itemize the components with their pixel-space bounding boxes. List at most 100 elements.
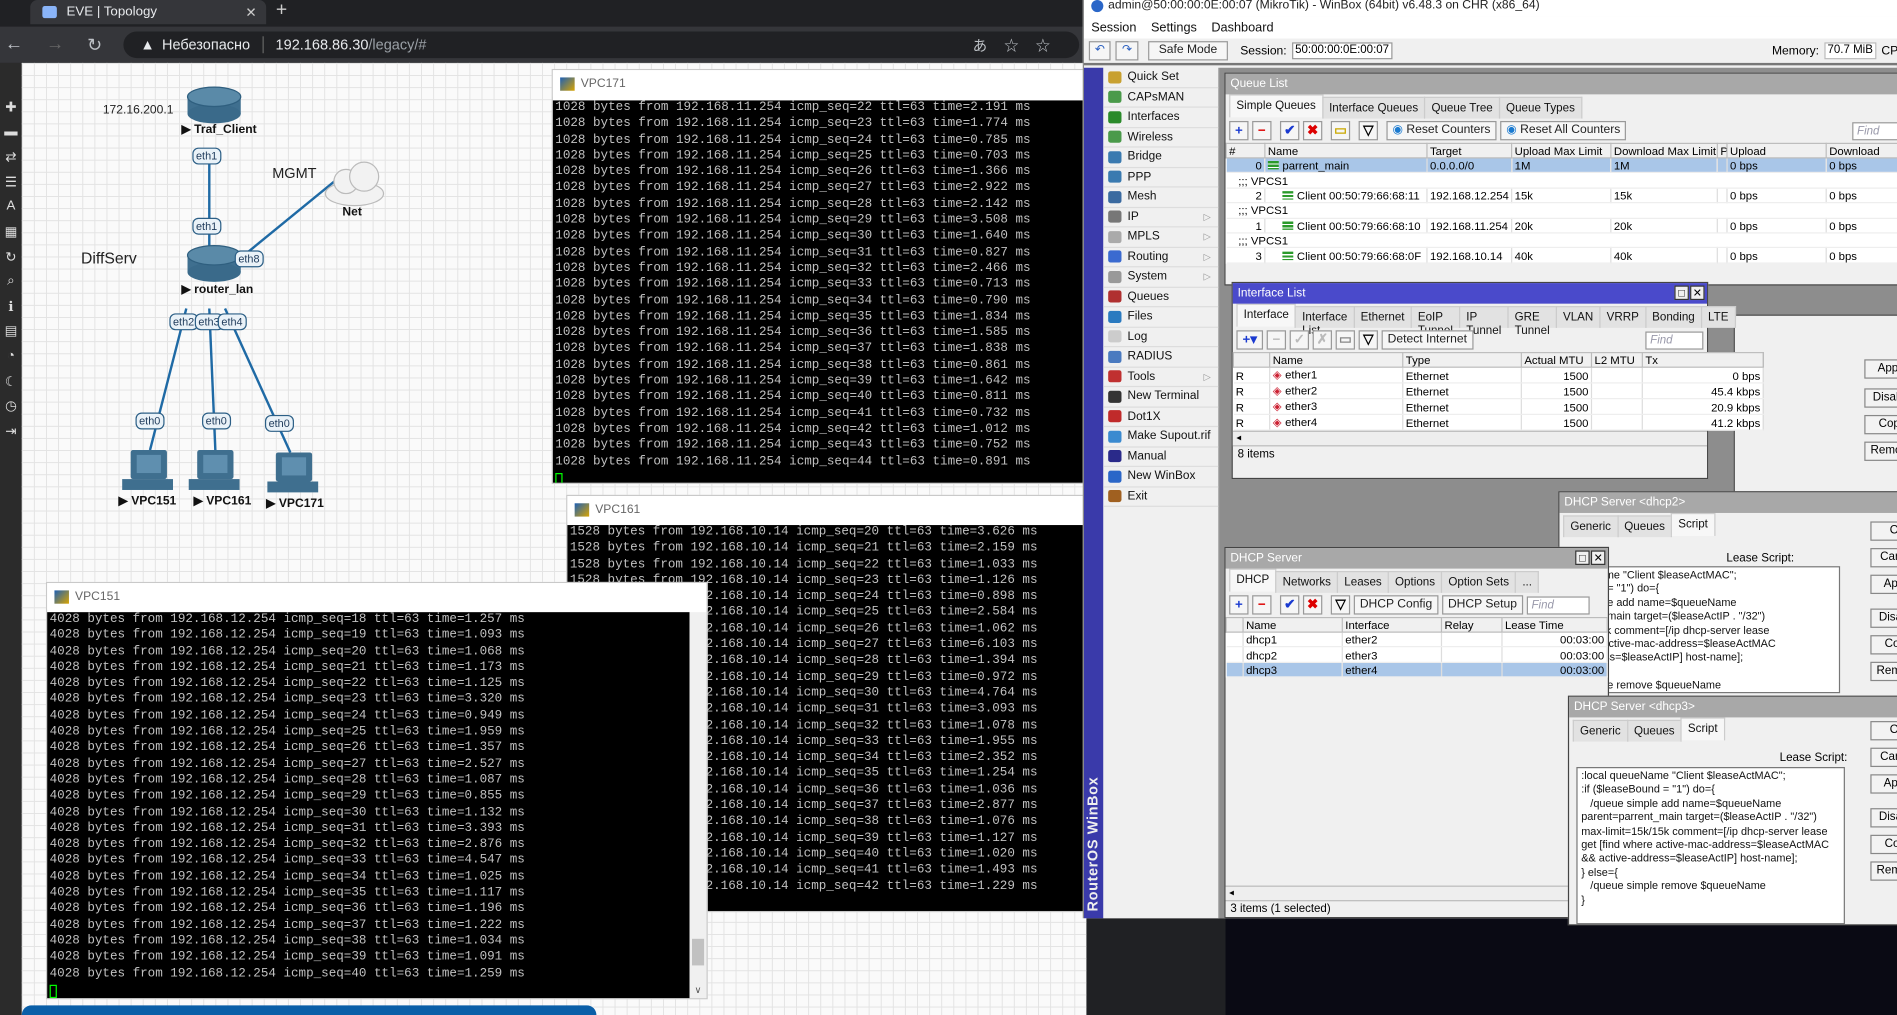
status-icon[interactable]: ◔ xyxy=(0,348,22,373)
column-header[interactable]: Actual MTU xyxy=(1520,352,1593,368)
tab-interface-queues[interactable]: Interface Queues xyxy=(1321,96,1426,119)
disable-icon[interactable]: ✖ xyxy=(1302,595,1323,615)
tab-simple-queues[interactable]: Simple Queues xyxy=(1229,94,1324,118)
window-titlebar[interactable]: DHCP Server <dhcp3> xyxy=(1569,696,1897,718)
tab-bonding[interactable]: Bonding xyxy=(1644,306,1702,328)
cloud-icon[interactable] xyxy=(324,161,385,207)
column-header[interactable]: Type xyxy=(1402,352,1522,368)
sidebar-item-ppp[interactable]: PPP xyxy=(1103,168,1219,188)
maximize-icon[interactable]: □ xyxy=(1575,550,1590,565)
link-router-net[interactable] xyxy=(238,176,340,260)
close-icon[interactable]: ✕ xyxy=(1590,550,1606,565)
apply-button[interactable]: Apply xyxy=(1864,359,1897,379)
window-titlebar[interactable]: DHCP Server <dhcp2> xyxy=(1559,492,1897,513)
remove-button[interactable]: Remove xyxy=(1864,441,1897,461)
queue-row[interactable]: 1 Client 00:50:79:66:68:10 192.168.11.254 2… xyxy=(1226,217,1897,234)
remove-button[interactable]: Remove xyxy=(1870,661,1897,682)
sidebar-item-dot1x[interactable]: Dot1X xyxy=(1103,407,1219,428)
node-label-traf-client[interactable]: ▶ Traf_Client xyxy=(181,123,256,136)
moon-icon[interactable]: ☾ xyxy=(0,373,22,398)
node-label-vpc161[interactable]: ▶ VPC161 xyxy=(194,495,252,508)
node-label-vpc151[interactable]: ▶ VPC151 xyxy=(119,495,177,508)
sidebar-item-routing[interactable]: Routing ▷ xyxy=(1103,247,1219,268)
queue-row[interactable]: 3 Client 00:50:79:66:68:0F 192.168.10.14 40… xyxy=(1226,247,1897,264)
sidebar-item-manual[interactable]: Manual xyxy=(1103,447,1219,467)
back-icon[interactable]: ← xyxy=(5,34,23,55)
add-icon[interactable]: + xyxy=(1229,595,1249,615)
remove-button[interactable]: Remove xyxy=(1870,861,1897,881)
column-header[interactable]: L2 MTU xyxy=(1590,352,1643,368)
terminal-titlebar[interactable]: VPC171 xyxy=(552,70,1083,97)
remove-icon[interactable]: − xyxy=(1266,330,1287,350)
tab-dhcp[interactable]: DHCP xyxy=(1229,568,1277,592)
enable-icon[interactable]: ✔ xyxy=(1279,120,1300,141)
column-header[interactable]: Download xyxy=(1825,142,1897,159)
sidebar-item-bridge[interactable]: Bridge xyxy=(1103,148,1219,168)
horizontal-scrollbar[interactable]: ◂ xyxy=(1232,430,1708,446)
pc-icon[interactable] xyxy=(122,450,174,490)
tab-queue-types[interactable]: Queue Types xyxy=(1498,96,1583,119)
tab-vrrp[interactable]: VRRP xyxy=(1599,306,1647,328)
sidebar-item-system[interactable]: System ▷ xyxy=(1103,267,1219,288)
sidebar-item-new-winbox[interactable]: New WinBox xyxy=(1103,467,1219,487)
detect-internet-button[interactable]: Detect Internet xyxy=(1381,330,1474,350)
queue-comment-row[interactable]: ;;; VPCS1 xyxy=(1226,232,1897,249)
scroll-down-icon[interactable]: ∨ xyxy=(690,985,707,996)
tab-interface-list[interactable]: Interface List xyxy=(1294,306,1355,338)
apply-button[interactable]: Apply xyxy=(1870,774,1897,794)
pc-icon[interactable] xyxy=(188,450,240,490)
interface-row[interactable]: R ◈ ether2 Ethernet 1500 45.4 kbps xyxy=(1233,382,1764,400)
sidebar-item-ip[interactable]: IP ▷ xyxy=(1103,207,1219,228)
sidebar-item-capsman[interactable]: CAPsMAN xyxy=(1103,88,1219,108)
notes-icon[interactable]: ▤ xyxy=(0,323,22,348)
favorites-icon[interactable]: ☆ xyxy=(1036,37,1067,54)
column-header[interactable]: Lease Time xyxy=(1501,616,1608,633)
session-field[interactable]: 50:00:00:0E:00:07 xyxy=(1291,42,1393,60)
sidebar-item-interfaces[interactable]: Interfaces xyxy=(1103,108,1219,128)
sidebar-item-radius[interactable]: RADIUS xyxy=(1103,347,1219,368)
reload-icon[interactable]: ↻ xyxy=(87,34,102,56)
tab-script[interactable]: Script xyxy=(1680,717,1725,741)
terminal-scrollbar[interactable]: ∨ xyxy=(689,612,707,999)
interface-row[interactable]: R ◈ ether3 Ethernet 1500 20.9 kbps xyxy=(1233,398,1764,415)
tab-generic[interactable]: Generic xyxy=(1563,515,1619,538)
menu-dashboard[interactable]: Dashboard xyxy=(1211,21,1273,36)
interface-row[interactable]: R ◈ ether1 Ethernet 1500 0 bps xyxy=(1233,367,1764,384)
info-icon[interactable]: ℹ xyxy=(0,299,22,324)
apply-button[interactable]: Apply xyxy=(1870,574,1897,595)
terminal-window-vpc171[interactable]: VPC171 1028 bytes from 192.168.11.254 ic… xyxy=(551,68,1084,484)
add-icon[interactable]: + xyxy=(1229,120,1249,141)
sidebar-item-log[interactable]: Log xyxy=(1103,327,1219,348)
scrollbar-thumb[interactable] xyxy=(692,938,705,966)
dhcp-setup-button[interactable]: DHCP Setup xyxy=(1441,595,1524,615)
favorite-add-icon[interactable]: ☆ xyxy=(1004,37,1035,54)
enable-icon[interactable]: ✔ xyxy=(1279,595,1300,615)
queue-find-input[interactable]: Find xyxy=(1852,121,1897,140)
comment-icon[interactable]: ▭ xyxy=(1335,330,1355,350)
disable-icon[interactable]: ✗ xyxy=(1312,330,1332,350)
dhcp-find-input[interactable]: Find xyxy=(1526,595,1590,614)
lock-icon[interactable]: ◷ xyxy=(0,398,22,423)
tab-queues[interactable]: Queues xyxy=(1626,719,1682,742)
interface-row[interactable]: R ◈ ether4 Ethernet 1500 41.2 kbps xyxy=(1233,414,1764,431)
cancel-button[interactable]: Cancel xyxy=(1870,747,1897,768)
column-header[interactable]: Download Max Limit xyxy=(1610,142,1718,159)
terminal-window-vpc151[interactable]: VPC151 4028 bytes from 192.168.12.254 ic… xyxy=(45,581,708,1000)
node-label-net[interactable]: Net xyxy=(342,206,362,219)
tab-options[interactable]: Options xyxy=(1387,571,1443,593)
close-icon[interactable]: ✕ xyxy=(1690,285,1705,301)
redo-icon[interactable]: ↷ xyxy=(1115,41,1139,61)
terminal-titlebar[interactable]: VPC151 xyxy=(47,583,707,610)
sidebar-item-files[interactable]: Files xyxy=(1103,307,1219,328)
horizontal-scrollbar[interactable]: ◂ xyxy=(1225,885,1608,901)
disable-button[interactable]: Disable xyxy=(1864,388,1897,408)
tab-leases[interactable]: Leases xyxy=(1337,571,1389,593)
remove-icon[interactable]: − xyxy=(1252,595,1272,615)
interface-find-input[interactable]: Find xyxy=(1645,330,1704,350)
tab-generic[interactable]: Generic xyxy=(1572,719,1628,742)
reset-counters-button[interactable]: ◉ Reset Counters xyxy=(1386,120,1497,141)
tab-queues[interactable]: Queues xyxy=(1617,515,1673,538)
sidebar-item-new-terminal[interactable]: New Terminal xyxy=(1103,387,1219,408)
reset-all-counters-button[interactable]: ◉ Reset All Counters xyxy=(1500,120,1627,141)
menu-session[interactable]: Session xyxy=(1091,21,1136,36)
